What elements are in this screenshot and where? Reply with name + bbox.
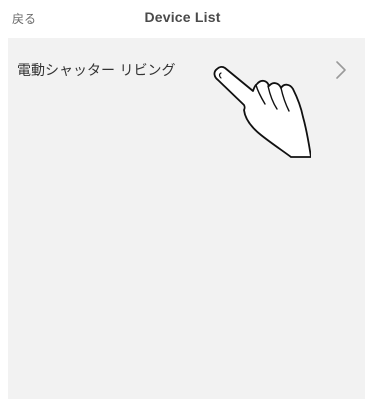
device-name-label: 電動シャッター リビング	[17, 63, 176, 79]
navigation-bar: 戻る Device List	[0, 0, 365, 38]
chevron-right-icon	[336, 61, 346, 79]
list-item-device[interactable]: 電動シャッター リビング	[8, 54, 365, 94]
device-list: 電動シャッター リビング	[8, 38, 365, 399]
pointing-hand-icon	[213, 66, 311, 158]
page-title: Device List	[144, 9, 221, 25]
